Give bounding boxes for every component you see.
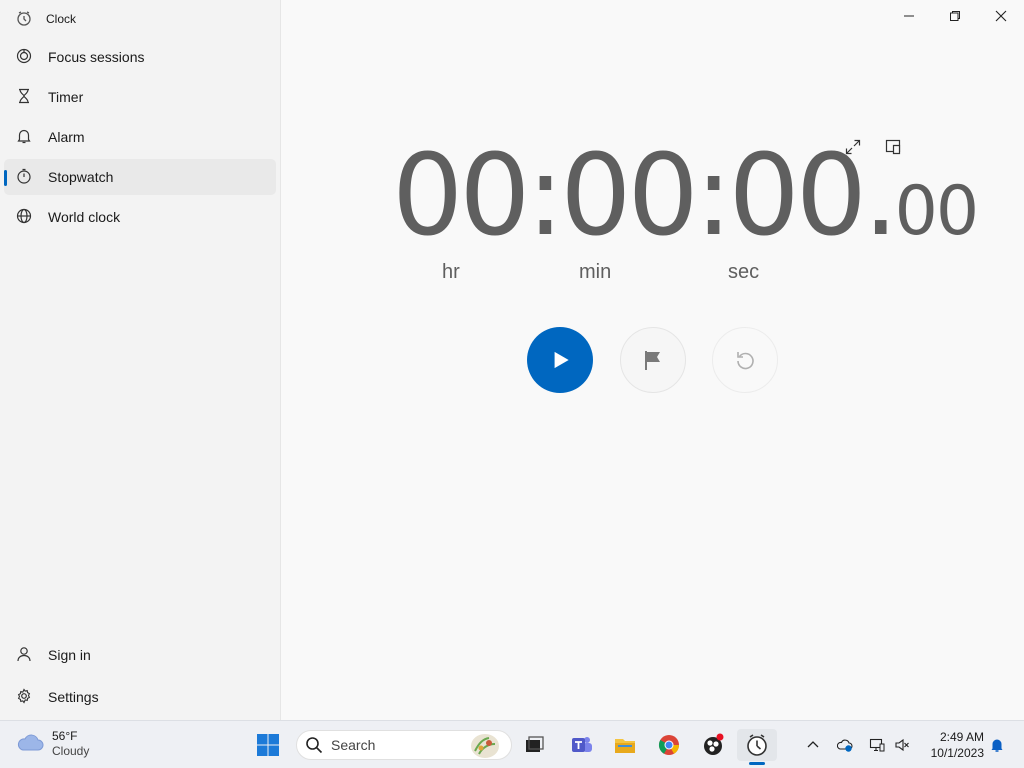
taskbar-time: 2:49 AM [939,730,984,744]
clock-app-taskbar[interactable] [737,729,777,765]
nav-item-stopwatch[interactable]: Stopwatch [4,159,276,195]
minutes-unit-label: min [579,261,612,283]
nav-label: Settings [48,689,99,705]
taskbar-search[interactable]: Search [296,730,512,760]
colon-separator: : [694,131,733,261]
stopwatch-page: 00 : 00 : 00 . 00 hr min sec [282,0,1024,720]
play-icon [554,351,569,369]
volume-tray[interactable] [892,733,912,757]
cloud-icon [16,732,44,757]
hours-unit-label: hr [442,261,460,283]
stopwatch-time-display: 00 : 00 : 00 . 00 [392,131,980,261]
show-hidden-icons-button[interactable] [803,733,823,757]
obs-icon [704,733,724,755]
seconds-unit-label: sec [728,261,760,283]
notification-bell-icon [991,739,1003,752]
app-title-bar: Clock [16,9,76,29]
gear-icon [16,687,32,707]
nav-label: Stopwatch [48,169,114,185]
minimize-button[interactable] [886,0,932,32]
taskbar: 56°F Cloudy Search 2:49 AM 10/1/2023 [0,720,1024,768]
reset-button[interactable] [712,327,778,393]
chrome-icon [658,735,680,755]
search-highlight-icon [471,734,499,758]
onedrive-icon [837,739,853,752]
start-button[interactable] [248,729,288,761]
colon-separator: : [526,131,565,261]
task-view-icon [526,736,544,752]
close-icon [995,10,1007,22]
reset-icon [737,352,754,370]
nav-item-timer[interactable]: Timer [4,79,276,115]
folder-icon [615,739,635,753]
onedrive-tray[interactable] [835,733,855,757]
dot-separator: . [863,131,899,261]
task-view-button[interactable] [514,729,554,761]
hours-value: 00 [392,131,531,261]
nav-item-world-clock[interactable]: World clock [4,199,276,235]
start-button[interactable] [527,327,593,393]
nav-label: World clock [48,209,121,225]
chevron-up-icon [807,741,819,748]
hundredths-value: 00 [894,172,980,251]
stopwatch-icon [16,168,32,187]
nav-label: Focus sessions [48,49,145,65]
lap-button[interactable] [620,327,686,393]
nav-label: Timer [48,89,84,105]
chrome-app[interactable] [649,729,689,761]
nav-item-alarm[interactable]: Alarm [4,119,276,155]
globe-icon [16,208,32,227]
flag-icon [645,351,660,370]
weather-widget[interactable]: 56°F Cloudy [16,729,89,759]
focus-icon [16,48,32,67]
nav-item-sign-in[interactable]: Sign in [4,637,276,673]
search-placeholder: Search [331,737,376,753]
app-title: Clock [46,12,77,26]
notifications-button[interactable] [987,733,1007,757]
maximize-button[interactable] [932,0,978,32]
weather-condition: Cloudy [52,744,90,758]
nav-label: Sign in [48,647,91,663]
close-button[interactable] [978,0,1024,32]
navigation-sidebar: Clock Focus sessions Timer Alarm Stopwat… [0,0,281,720]
nav-item-focus-sessions[interactable]: Focus sessions [4,39,276,75]
network-tray[interactable] [867,733,887,757]
taskbar-date: 10/1/2023 [930,746,984,760]
clock-app-icon [16,10,32,29]
bell-icon [16,128,32,147]
search-icon [306,737,323,754]
selected-indicator [4,170,7,186]
obs-app[interactable] [693,729,733,761]
teams-icon [572,737,592,752]
network-icon [869,738,885,752]
nav-item-settings[interactable]: Settings [4,679,276,715]
hourglass-icon [16,88,32,107]
minimize-icon [904,15,914,17]
minutes-value: 00 [560,131,699,261]
taskbar-clock[interactable]: 2:49 AM 10/1/2023 [922,729,984,761]
nav-label: Alarm [48,129,85,145]
volume-muted-icon [895,738,909,752]
seconds-value: 00 [728,131,868,261]
clock-icon [747,734,767,756]
file-explorer-app[interactable] [605,729,645,761]
restore-icon [950,11,960,21]
teams-app[interactable] [562,729,602,761]
person-icon [16,646,32,665]
weather-temperature: 56°F [52,729,78,743]
windows-logo-icon [257,734,279,756]
